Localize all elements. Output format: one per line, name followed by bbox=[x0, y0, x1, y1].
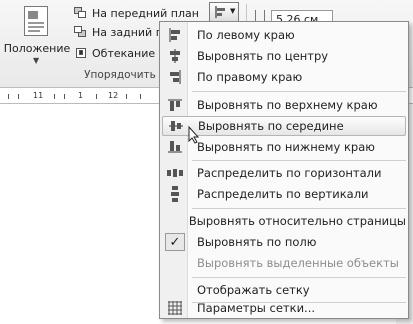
mouse-cursor-icon bbox=[188, 125, 200, 147]
menu-item-label: Распределить по горизонтали bbox=[197, 166, 382, 180]
menu-item-distribute-horizontal[interactable]: Распределить по горизонтали bbox=[162, 163, 406, 183]
bring-forward-icon bbox=[74, 7, 88, 19]
align-menu: По левому краю Выровнять по центру По пр… bbox=[159, 21, 409, 319]
arrange-group-label: Упорядочить bbox=[84, 69, 156, 81]
send-backward-button[interactable]: На задний пл bbox=[74, 23, 170, 41]
text-wrap-label: Обтекание т bbox=[92, 46, 166, 60]
menu-item-align-top[interactable]: Выровнять по верхнему краю bbox=[162, 95, 406, 115]
bring-forward-label: На передний план bbox=[92, 6, 199, 20]
chevron-down-icon: ▼ bbox=[230, 7, 236, 15]
menu-item-align-selected-objects: Выровнять выделенные объекты bbox=[162, 253, 406, 273]
align-dropdown-button[interactable]: ▼ bbox=[209, 2, 239, 22]
menu-item-align-to-margin[interactable]: ✓ Выровнять по полю bbox=[162, 232, 406, 252]
menu-item-label: Отображать сетку bbox=[197, 283, 310, 297]
bring-forward-button[interactable]: На передний план bbox=[74, 4, 199, 22]
position-label: Положение bbox=[3, 42, 71, 55]
send-backward-icon bbox=[74, 26, 88, 38]
menu-item-label: Выровнять по центру bbox=[197, 49, 329, 63]
menu-item-label: По правому краю bbox=[197, 70, 303, 84]
ruler-number: 1 bbox=[78, 91, 84, 100]
align-center-icon bbox=[164, 48, 186, 64]
ruler-number: 12 bbox=[108, 91, 119, 100]
menu-item-label: Выровнять относительно страницы bbox=[188, 214, 406, 228]
ruler-number: 11 bbox=[33, 91, 44, 100]
menu-separator bbox=[192, 160, 406, 161]
text-wrap-button[interactable]: Обтекание т bbox=[74, 44, 165, 62]
position-button[interactable]: Положение ▼ bbox=[2, 2, 70, 66]
menu-item-distribute-vertical[interactable]: Распределить по вертикали bbox=[162, 184, 406, 204]
checkmark-icon: ✓ bbox=[165, 233, 185, 251]
menu-item-align-center[interactable]: Выровнять по центру bbox=[162, 46, 406, 66]
align-bottom-icon bbox=[164, 139, 186, 155]
grid-icon bbox=[164, 300, 186, 316]
menu-separator bbox=[192, 91, 406, 92]
align-left-icon bbox=[215, 6, 225, 18]
menu-item-align-left[interactable]: По левому краю bbox=[162, 25, 406, 45]
distribute-horizontal-icon bbox=[164, 165, 186, 181]
menu-item-label: Выровнять по середине bbox=[198, 119, 344, 133]
menu-item-label: Параметры сетки... bbox=[197, 301, 316, 315]
position-icon bbox=[24, 6, 48, 36]
text-wrap-icon bbox=[74, 47, 88, 59]
menu-item-label: Выровнять по нижнему краю bbox=[197, 140, 375, 154]
menu-item-label: По левому краю bbox=[197, 28, 295, 42]
dropdown-arrow-icon: ▼ bbox=[33, 56, 40, 65]
menu-item-show-grid[interactable]: Отображать сетку bbox=[162, 280, 406, 300]
menu-item-label: Выровнять по верхнему краю bbox=[197, 98, 378, 112]
menu-item-label: Распределить по вертикали bbox=[197, 187, 369, 201]
menu-item-grid-settings[interactable]: Параметры сетки... bbox=[162, 298, 406, 318]
menu-item-align-to-page[interactable]: Выровнять относительно страницы bbox=[162, 211, 406, 231]
align-right-icon bbox=[164, 69, 186, 85]
menu-separator bbox=[192, 277, 406, 278]
menu-item-align-right[interactable]: По правому краю bbox=[162, 67, 406, 87]
distribute-vertical-icon bbox=[164, 186, 186, 202]
align-top-icon bbox=[164, 97, 186, 113]
align-middle-icon bbox=[165, 118, 187, 134]
align-left-icon bbox=[164, 27, 186, 43]
menu-item-label: Выровнять по полю bbox=[197, 235, 317, 249]
menu-item-label: Выровнять выделенные объекты bbox=[197, 256, 399, 270]
menu-separator bbox=[192, 208, 406, 209]
